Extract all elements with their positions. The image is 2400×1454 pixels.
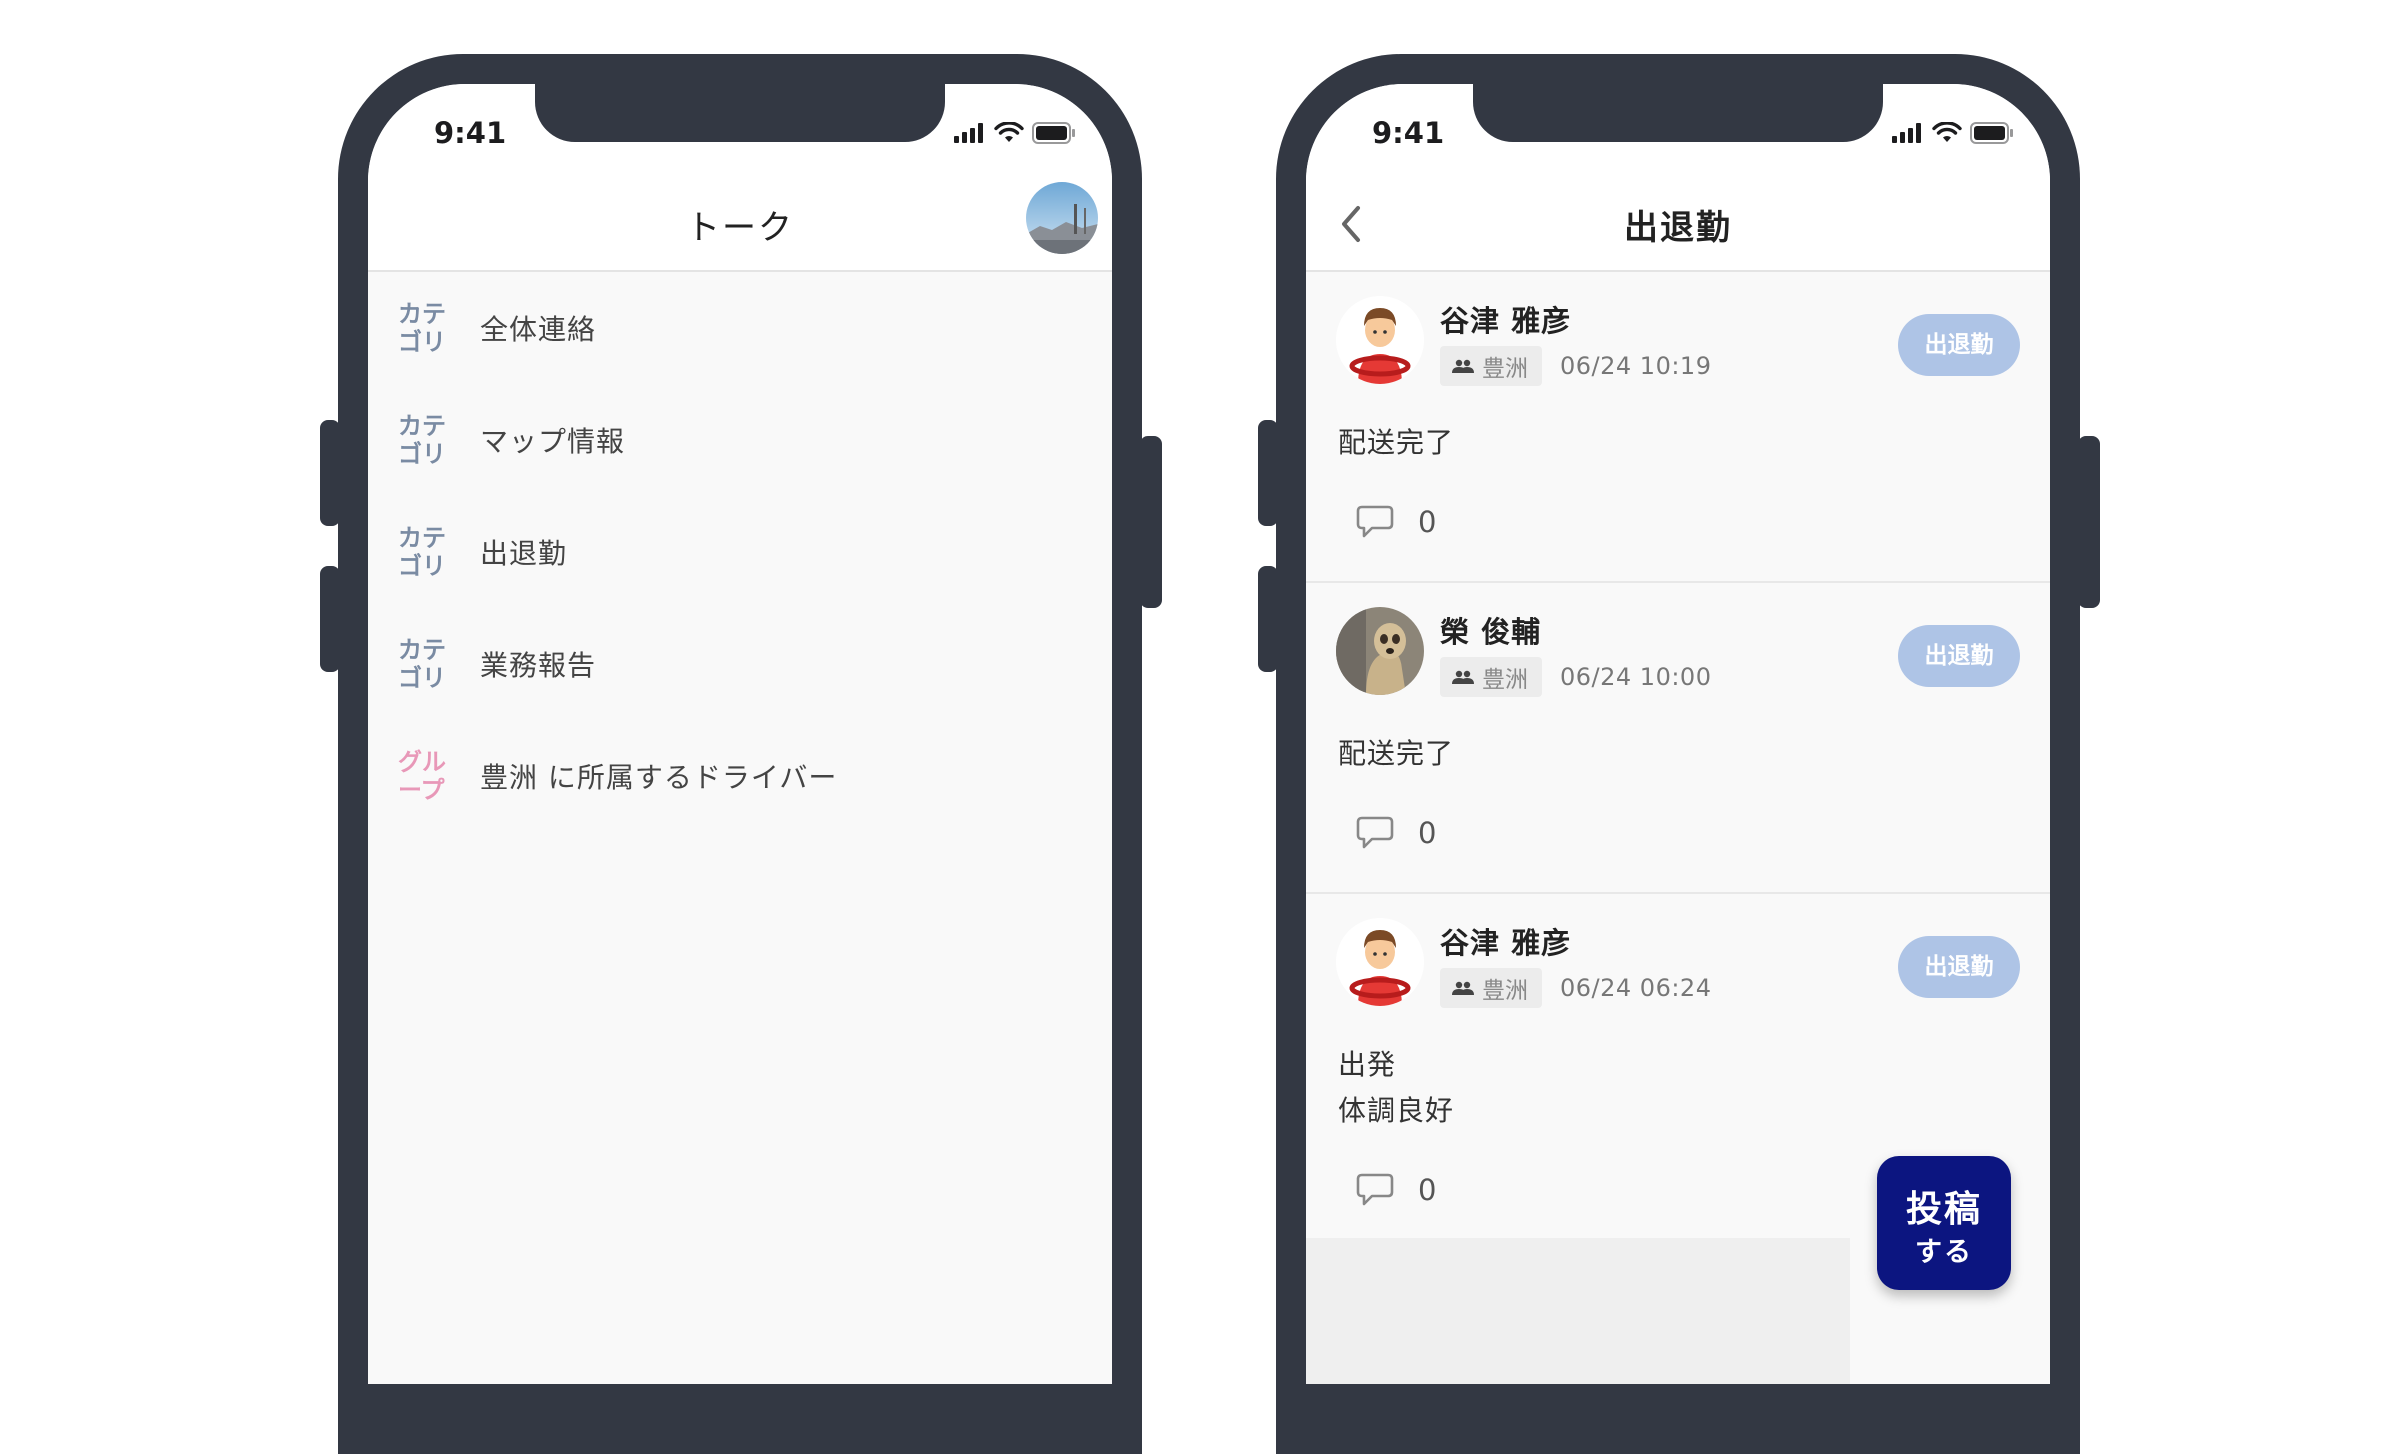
list-item-label: 出退勤 <box>480 537 568 570</box>
comment-icon <box>1356 816 1394 849</box>
page-title: トーク <box>686 208 794 248</box>
list-item-group[interactable]: グル ープ 豊洲 に所属するドライバー <box>368 720 1112 830</box>
comment-count: 0 <box>1418 816 1437 850</box>
post-line: 配送完了 <box>1338 426 1455 459</box>
comment-count: 0 <box>1418 1173 1437 1207</box>
status-icons <box>1892 122 2014 144</box>
wifi-icon <box>994 122 1024 142</box>
post-fab-button[interactable]: 投稿 する <box>1877 1156 2011 1290</box>
profile-avatar[interactable] <box>1026 182 1098 254</box>
status-time: 9:41 <box>1372 116 1445 150</box>
post-date: 06/24 06:24 <box>1560 974 1712 1002</box>
list-item-label: マップ情報 <box>480 425 626 458</box>
post-group: 豊洲 <box>1482 667 1528 693</box>
power-button <box>1140 436 1162 608</box>
volume-button <box>1258 566 1278 672</box>
category-badge-icon: カテゴリ <box>398 524 446 578</box>
status-icons <box>954 122 1076 144</box>
list-item-category-2[interactable]: カテ ゴリ マップ情報 <box>368 384 1112 494</box>
category-badge-text-2: ゴリ <box>398 664 446 690</box>
post-item[interactable]: 榮 俊輔 豊洲 06/24 10:00 出退勤 配送完了 0 <box>1306 583 2050 894</box>
signal-icon <box>1892 123 1921 143</box>
nav-bar: トーク <box>368 178 1112 272</box>
category-badge-icon: カテゴリ <box>398 412 446 466</box>
silent-switch <box>1258 420 1278 526</box>
post-author: 谷津 雅彦 <box>1440 926 1572 960</box>
category-badge-text: カテ <box>398 636 446 664</box>
people-icon <box>1452 981 1474 995</box>
post-date: 06/24 10:19 <box>1560 352 1712 380</box>
notch <box>535 84 945 142</box>
post-line: 体調良好 <box>1338 1094 1455 1127</box>
list-item-category-4[interactable]: カテ ゴリ 業務報告 <box>368 608 1112 718</box>
post-body: 出発 体調良好 <box>1338 1042 1454 1134</box>
driver-avatar <box>1336 296 1424 384</box>
post-tag-button[interactable]: 出退勤 <box>1898 314 2020 376</box>
group-badge-icon: グループ <box>398 748 446 802</box>
loading-placeholder <box>1306 1238 1850 1384</box>
post-body: 配送完了 <box>1338 420 1454 466</box>
category-badge-icon: カテゴリ <box>398 300 446 354</box>
notch <box>1473 84 1883 142</box>
screen-left: 9:41 トーク カテ ゴリ 全体連絡 カテ ゴリ マップ情報 カテ ゴリ 出退勤 <box>368 84 1112 1384</box>
comment-button[interactable]: 0 <box>1356 504 1436 540</box>
post-body: 配送完了 <box>1338 731 1454 777</box>
category-badge-text: カテ <box>398 300 446 328</box>
category-badge-text-2: ゴリ <box>398 440 446 466</box>
people-icon <box>1452 670 1474 684</box>
battery-icon <box>1032 122 1075 144</box>
post-item[interactable]: 谷津 雅彦 豊洲 06/24 10:19 出退勤 配送完了 0 <box>1306 272 2050 583</box>
volume-button <box>320 566 340 672</box>
comment-button[interactable]: 0 <box>1356 815 1436 851</box>
category-badge-text: カテ <box>398 412 446 440</box>
category-badge-text: カテ <box>398 524 446 552</box>
driver-avatar <box>1336 918 1424 1006</box>
comment-icon <box>1356 505 1394 538</box>
post-date: 06/24 10:00 <box>1560 663 1712 691</box>
list-item-category-1[interactable]: カテ ゴリ 全体連絡 <box>368 272 1112 382</box>
list-item-label: 業務報告 <box>480 649 597 682</box>
post-author: 榮 俊輔 <box>1440 615 1542 649</box>
meerkat-avatar <box>1336 607 1424 695</box>
post-tag-button[interactable]: 出退勤 <box>1898 936 2020 998</box>
power-button <box>2078 436 2100 608</box>
post-group-chip: 豊洲 <box>1440 657 1542 697</box>
fab-label-main: 投稿 <box>1905 1189 1982 1230</box>
status-time: 9:41 <box>434 116 507 150</box>
list-item-label: 豊洲 に所属するドライバー <box>480 761 838 794</box>
silent-switch <box>320 420 340 526</box>
post-group: 豊洲 <box>1482 978 1528 1004</box>
comment-count: 0 <box>1418 505 1437 539</box>
category-badge-text-2: ゴリ <box>398 328 446 354</box>
post-group-chip: 豊洲 <box>1440 968 1542 1008</box>
group-badge-text-2: ープ <box>398 776 446 802</box>
post-group-chip: 豊洲 <box>1440 346 1542 386</box>
list-item-category-3[interactable]: カテ ゴリ 出退勤 <box>368 496 1112 606</box>
people-icon <box>1452 359 1474 373</box>
post-line: 配送完了 <box>1338 737 1455 770</box>
comment-icon <box>1356 1173 1394 1206</box>
post-author: 谷津 雅彦 <box>1440 304 1572 338</box>
list-item-label: 全体連絡 <box>480 313 597 346</box>
post-group: 豊洲 <box>1482 356 1528 382</box>
post-tag-button[interactable]: 出退勤 <box>1898 625 2020 687</box>
category-badge-text-2: ゴリ <box>398 552 446 578</box>
signal-icon <box>954 123 983 143</box>
post-line: 出発 <box>1338 1048 1397 1081</box>
comment-button[interactable]: 0 <box>1356 1172 1436 1208</box>
nav-bar: 出退勤 <box>1306 178 2050 272</box>
group-badge-text: グル <box>398 748 446 776</box>
fab-label-sub: する <box>1915 1237 1973 1268</box>
wifi-icon <box>1932 122 1962 142</box>
battery-icon <box>1970 122 2013 144</box>
phone-left: 9:41 トーク カテ ゴリ 全体連絡 カテ ゴリ マップ情報 カテ ゴリ 出退勤 <box>338 54 1142 1454</box>
category-badge-icon: カテゴリ <box>398 636 446 690</box>
page-title: 出退勤 <box>1624 208 1732 248</box>
